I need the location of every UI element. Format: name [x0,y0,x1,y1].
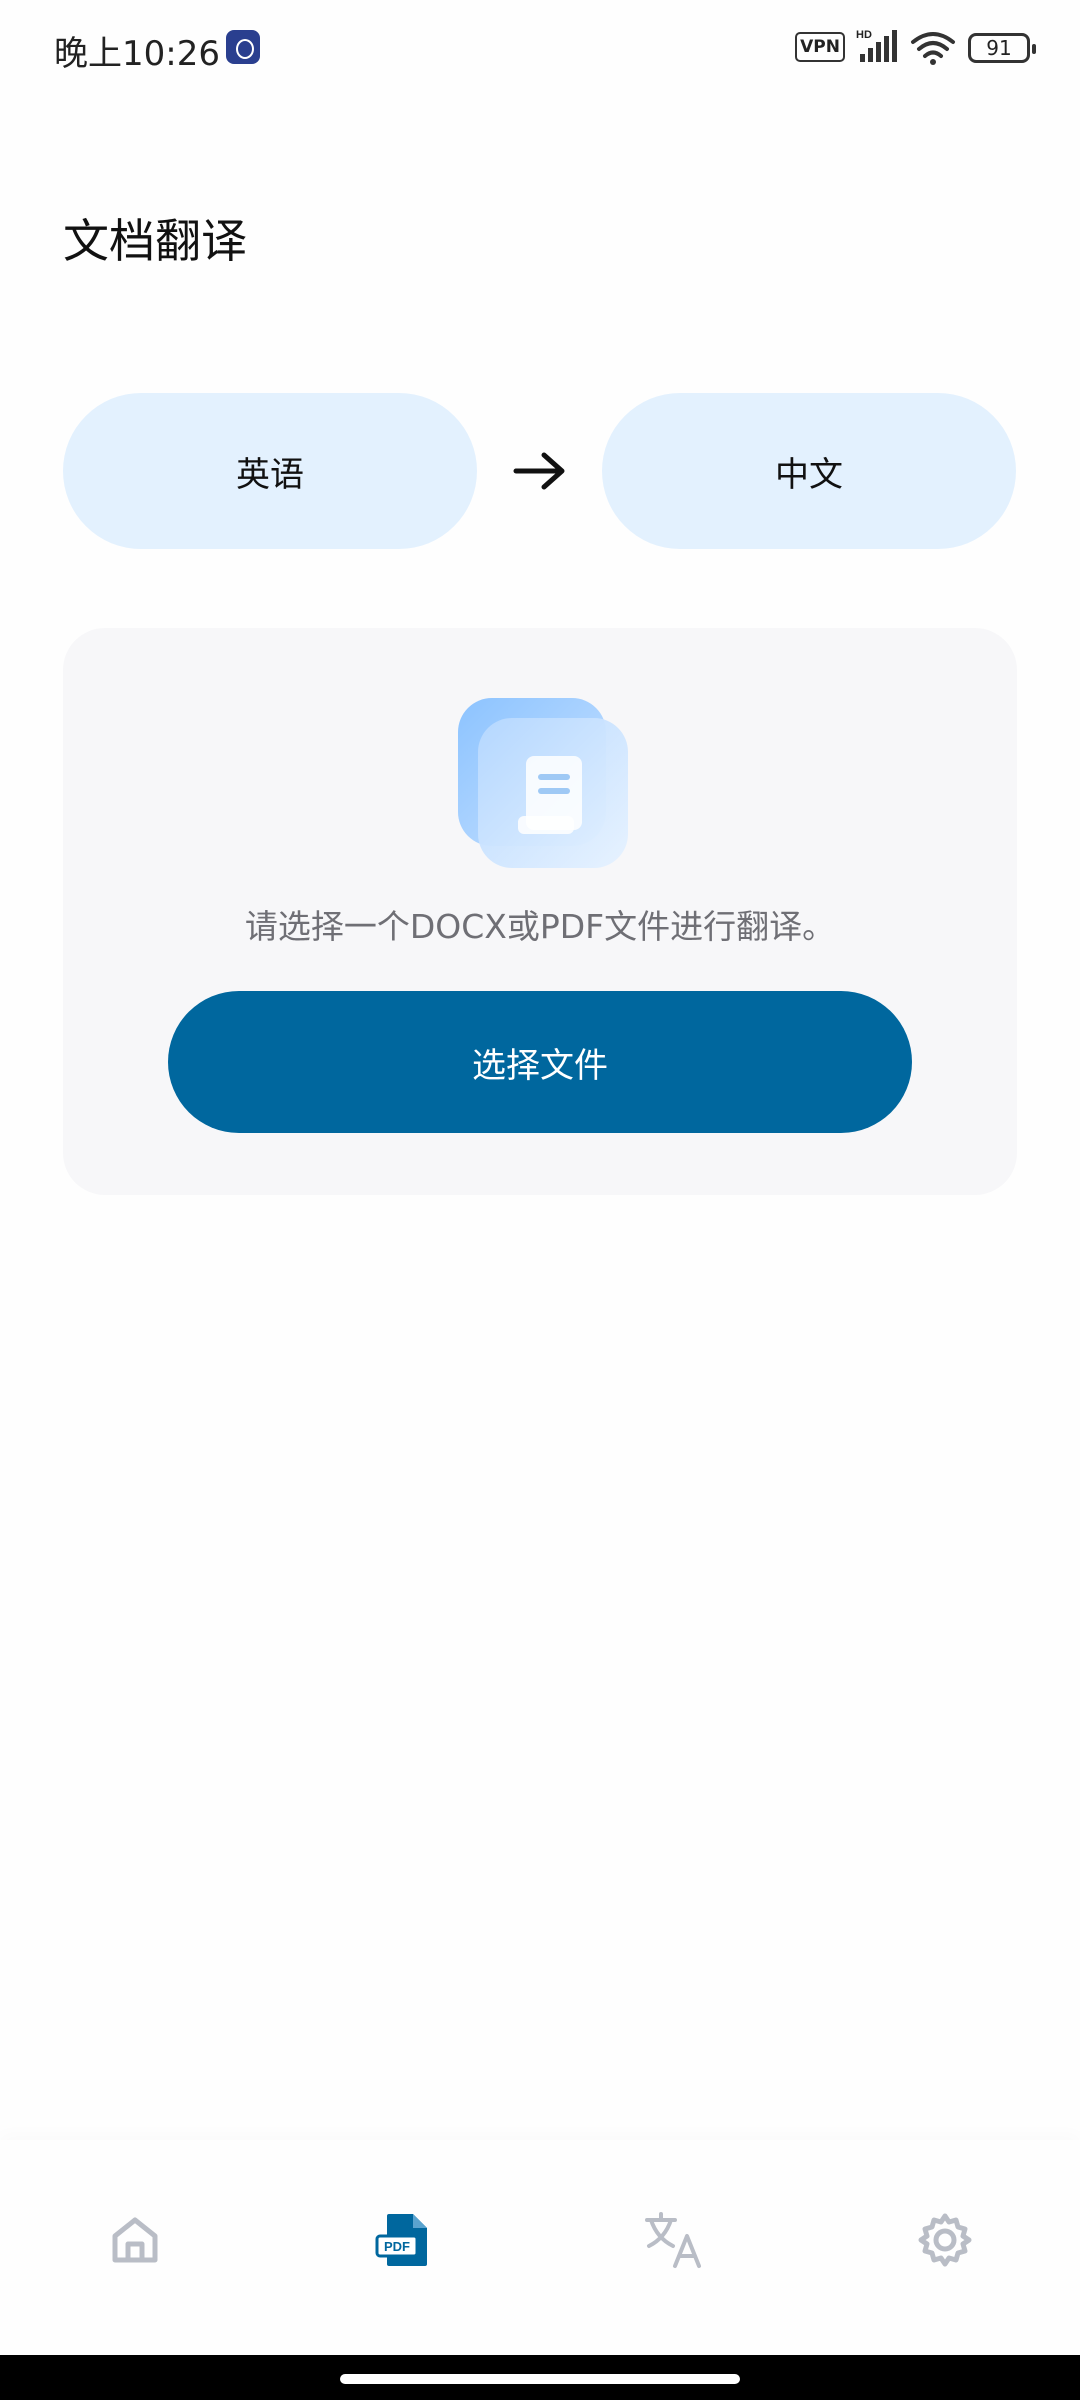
signal-icon: HD [856,29,897,62]
nav-document-translate[interactable]: PDF [365,2200,445,2280]
status-bar: 晚上10:26 VPN HD 91 [0,0,1080,96]
translate-icon [645,2212,701,2268]
svg-text:PDF: PDF [384,2239,410,2254]
vpn-icon: VPN [795,32,845,62]
choose-file-button[interactable]: 选择文件 [168,991,912,1133]
source-language-label: 英语 [236,454,304,495]
bottom-navigation: PDF [0,2140,1080,2355]
target-language-label: 中文 [775,454,843,495]
home-icon [112,2217,158,2263]
page-title: 文档翻译 [63,214,247,268]
arrow-right-icon [513,452,565,490]
document-icon [458,698,628,868]
status-time: 晚上10:26 [54,34,220,74]
target-language-button[interactable]: 中文 [602,393,1016,549]
battery-icon: 91 [968,33,1036,63]
nav-settings[interactable] [905,2200,985,2280]
home-gesture-handle[interactable] [340,2374,740,2384]
source-language-button[interactable]: 英语 [63,393,477,549]
app-notification-icon [226,30,260,64]
wifi-icon [911,32,955,65]
pdf-document-icon: PDF [375,2214,427,2266]
upload-card: 请选择一个DOCX或PDF文件进行翻译。 选择文件 [63,628,1017,1195]
nav-text-translate[interactable] [635,2200,715,2280]
nav-home[interactable] [95,2200,175,2280]
upload-hint: 请选择一个DOCX或PDF文件进行翻译。 [244,907,836,946]
network-type-label: HD [856,29,872,41]
gear-icon [918,2213,972,2267]
